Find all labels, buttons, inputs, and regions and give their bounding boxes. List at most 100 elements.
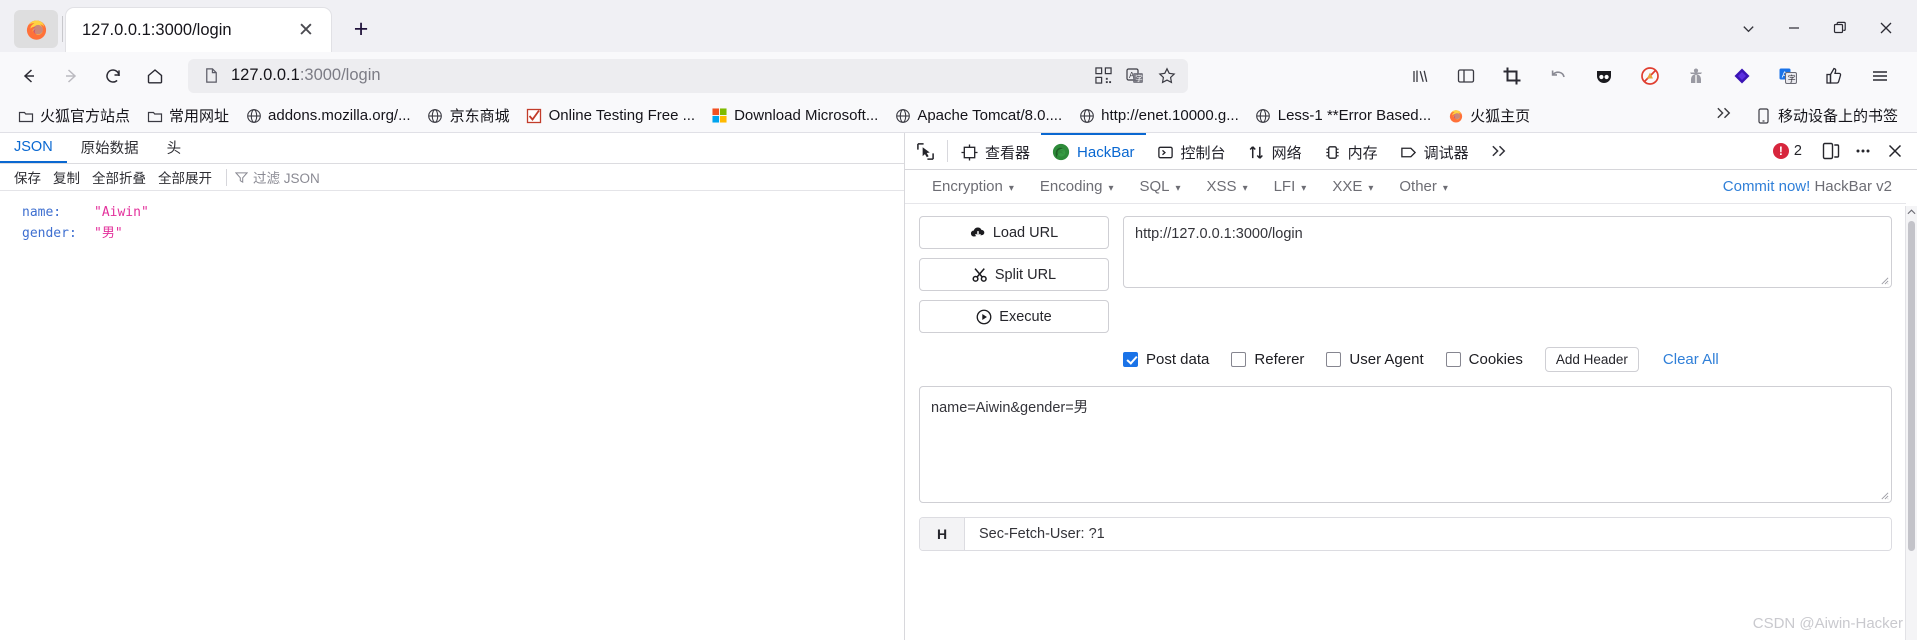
bookmark-item[interactable]: Less-1 **Error Based...: [1248, 103, 1438, 129]
tab-console[interactable]: 控制台: [1146, 133, 1237, 169]
translate-icon[interactable]: A 字: [1120, 61, 1150, 91]
menu-lfi[interactable]: LFI ▾: [1261, 178, 1320, 195]
resize-handle-icon[interactable]: [1880, 276, 1889, 285]
globe-icon: [1078, 107, 1095, 124]
user-agent-checkbox[interactable]: [1326, 352, 1342, 367]
tab-inspector[interactable]: 查看器: [950, 133, 1041, 169]
clear-all-button[interactable]: Clear All: [1663, 351, 1719, 368]
qrcode-icon[interactable]: [1088, 61, 1118, 91]
save-button[interactable]: 保存: [8, 167, 47, 187]
execute-button[interactable]: Execute: [919, 300, 1109, 333]
tab-memory[interactable]: 内存: [1313, 133, 1389, 169]
minimize-button[interactable]: [1771, 11, 1817, 45]
bookmark-item[interactable]: 京东商城: [420, 103, 517, 129]
menu-xxe[interactable]: XXE ▾: [1319, 178, 1386, 195]
menu-sql[interactable]: SQL ▾: [1127, 178, 1194, 195]
adblock-icon[interactable]: [1631, 59, 1669, 93]
split-url-button[interactable]: Split URL: [919, 258, 1109, 291]
option-referer[interactable]: Referer: [1231, 351, 1304, 368]
referer-checkbox[interactable]: [1231, 352, 1247, 367]
button-label: Execute: [999, 308, 1052, 325]
watermark-text: CSDN @Aiwin-Hacker: [1752, 615, 1903, 632]
menu-label: SQL: [1139, 178, 1170, 195]
option-cookies[interactable]: Cookies: [1445, 351, 1523, 368]
chevron-down-icon: ▾: [1175, 183, 1181, 194]
copy-button[interactable]: 复制: [47, 167, 86, 187]
bookmark-item[interactable]: Download Microsoft...: [704, 103, 885, 129]
tab-headers[interactable]: 头: [153, 133, 196, 163]
undo-icon[interactable]: [1539, 59, 1577, 93]
load-url-button[interactable]: Load URL: [919, 216, 1109, 249]
bookmark-item[interactable]: Apache Tomcat/8.0....: [887, 103, 1069, 129]
bookmark-item[interactable]: 火狐主页: [1440, 103, 1537, 129]
resize-handle-icon[interactable]: [1880, 491, 1889, 500]
option-post-data[interactable]: Post data: [1123, 351, 1209, 368]
post-data-value: name=Aiwin&gender=男: [931, 400, 1089, 416]
hackbar-menu-bar: Encryption ▾ Encoding ▾ SQL ▾ XSS ▾ LFI ▾ XXE…: [905, 170, 1906, 204]
scroll-up-arrow-icon[interactable]: [1907, 208, 1916, 218]
bookmark-item[interactable]: 火狐官方站点: [10, 103, 137, 129]
sidebar-icon[interactable]: [1447, 59, 1485, 93]
post-data-checkbox[interactable]: [1123, 352, 1138, 367]
library-icon[interactable]: [1401, 59, 1439, 93]
firefox-app-button[interactable]: [14, 10, 58, 48]
browser-tab[interactable]: 127.0.0.1:3000/login ✕: [66, 8, 331, 52]
new-tab-button[interactable]: +: [343, 11, 379, 47]
json-row[interactable]: name: "Aiwin": [22, 203, 904, 223]
commit-now-link[interactable]: Commit now!: [1723, 178, 1811, 195]
home-icon[interactable]: [136, 59, 174, 93]
back-arrow-icon[interactable]: [10, 59, 48, 93]
maximize-button[interactable]: [1817, 11, 1863, 45]
tab-network[interactable]: 网络: [1237, 133, 1313, 169]
minimize-icon: [1789, 27, 1799, 29]
translate-page-icon[interactable]: A 字: [1769, 59, 1807, 93]
json-filter-input[interactable]: 过滤 JSON: [235, 167, 320, 187]
pocket-icon[interactable]: [1585, 59, 1623, 93]
menu-encryption[interactable]: Encryption ▾: [919, 178, 1027, 195]
tab-json[interactable]: JSON: [0, 133, 67, 163]
header-row[interactable]: H Sec-Fetch-User: ?1: [920, 518, 1891, 550]
url-textarea[interactable]: http://127.0.0.1:3000/login: [1123, 216, 1892, 288]
bookmark-item[interactable]: Online Testing Free ...: [519, 103, 702, 129]
dock-layout-icon[interactable]: [1815, 136, 1847, 166]
spy-user-icon[interactable]: [1677, 59, 1715, 93]
menu-xss[interactable]: XSS ▾: [1194, 178, 1261, 195]
thumbs-up-icon[interactable]: [1815, 59, 1853, 93]
screenshot-crop-icon[interactable]: [1493, 59, 1531, 93]
element-picker-icon[interactable]: [905, 133, 945, 169]
close-icon[interactable]: [1879, 136, 1911, 166]
chevron-down-icon[interactable]: [1725, 11, 1771, 45]
bookmark-item[interactable]: 常用网址: [139, 103, 236, 129]
hamburger-menu-icon[interactable]: [1861, 59, 1899, 93]
star-icon[interactable]: [1152, 61, 1182, 91]
close-icon[interactable]: ✕: [293, 17, 319, 43]
json-row[interactable]: gender: "男": [22, 224, 904, 244]
reload-icon[interactable]: [94, 59, 132, 93]
tab-hackbar[interactable]: HackBar: [1041, 133, 1146, 169]
scrollbar-thumb[interactable]: [1908, 221, 1915, 551]
error-count-badge[interactable]: ! 2: [1772, 143, 1802, 159]
chevron-down-icon: ▾: [1108, 183, 1114, 194]
toolbar-divider: [947, 140, 948, 162]
toolbar-extensions: A 字: [1401, 59, 1907, 93]
chevron-double-right-icon[interactable]: [1701, 105, 1748, 126]
bookmark-item[interactable]: addons.mozilla.org/...: [238, 103, 418, 129]
tab-debugger[interactable]: 调试器: [1389, 133, 1480, 169]
tab-raw-data[interactable]: 原始数据: [67, 133, 153, 163]
menu-encoding[interactable]: Encoding ▾: [1027, 178, 1127, 195]
option-user-agent[interactable]: User Agent: [1326, 351, 1424, 368]
post-data-textarea[interactable]: name=Aiwin&gender=男: [919, 386, 1892, 503]
more-options-icon[interactable]: [1847, 136, 1879, 166]
devtools-scrollbar[interactable]: [1905, 206, 1917, 640]
cookies-checkbox[interactable]: [1445, 352, 1461, 367]
collapse-all-button[interactable]: 全部折叠: [86, 167, 152, 187]
expand-all-button[interactable]: 全部展开: [152, 167, 218, 187]
close-window-button[interactable]: [1863, 11, 1909, 45]
chevron-double-right-icon[interactable]: [1480, 133, 1519, 169]
add-header-button[interactable]: Add Header: [1544, 347, 1639, 372]
bookmark-item[interactable]: http://enet.10000.g...: [1071, 103, 1246, 129]
menu-other[interactable]: Other ▾: [1386, 178, 1461, 195]
violentmonkey-icon[interactable]: [1723, 59, 1761, 93]
bookmark-item-mobile[interactable]: 移动设备上的书签: [1748, 103, 1905, 129]
address-bar[interactable]: 127.0.0.1:3000/login A 字: [188, 58, 1188, 93]
